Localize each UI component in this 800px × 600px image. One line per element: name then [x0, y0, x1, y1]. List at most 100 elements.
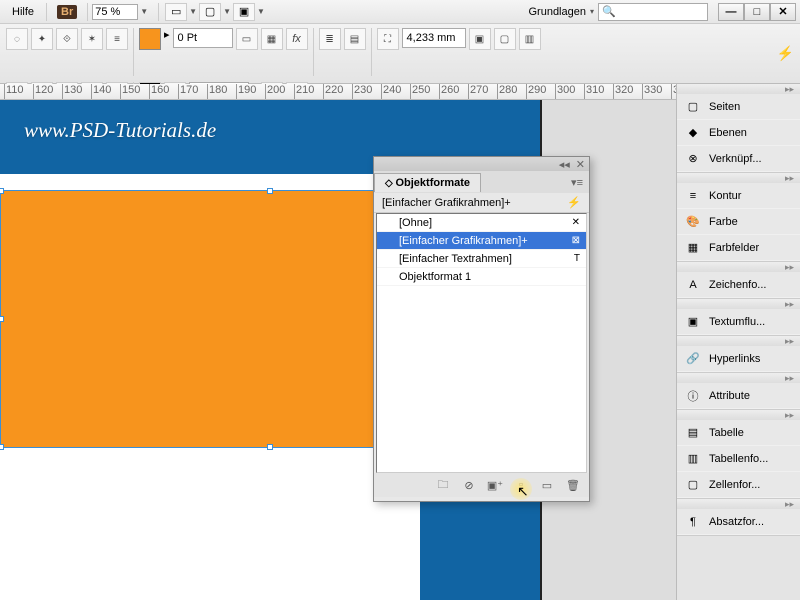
panel-item-farbfelder[interactable]: ▦Farbfelder	[677, 235, 800, 261]
close-icon[interactable]: ✕	[576, 158, 585, 171]
new-icon[interactable]: ▭	[539, 478, 555, 492]
panel-icon: ▢	[685, 100, 701, 114]
align-icon[interactable]: ▤	[344, 28, 366, 50]
panel-collapse[interactable]: ▸▸	[677, 336, 800, 346]
chevron-down-icon[interactable]: ▾	[590, 7, 594, 16]
chevron-down-icon[interactable]: ▼	[257, 7, 265, 16]
chevron-down-icon[interactable]: ▼	[223, 7, 231, 16]
style-row[interactable]: [Ohne]✕	[377, 214, 586, 232]
align-icon[interactable]: ≣	[319, 28, 341, 50]
view-mode-2[interactable]: ▢	[199, 3, 221, 21]
panel-collapse[interactable]: ▸▸	[677, 84, 800, 94]
panel-item-attribute[interactable]: ⓘAttribute	[677, 383, 800, 409]
panel-icon: ▤	[685, 426, 701, 440]
panel-icon: 🎨	[685, 215, 701, 229]
watermark-text: www.PSD-Tutorials.de	[24, 118, 216, 143]
search-icon: 🔍	[602, 5, 616, 18]
panel-titlebar[interactable]: ◂◂ ✕	[374, 157, 589, 171]
style-row[interactable]: [Einfacher Textrahmen]T	[377, 250, 586, 268]
panel-item-tabelle[interactable]: ▤Tabelle	[677, 420, 800, 446]
style-label: [Ohne]	[399, 217, 432, 229]
panel-label: Zeichenfo...	[709, 279, 766, 291]
panel-item-ebenen[interactable]: ◆Ebenen	[677, 120, 800, 146]
resize-handle[interactable]	[267, 444, 273, 450]
style-row[interactable]: Objektformat 1	[377, 268, 586, 286]
tool-icon[interactable]: ⟐	[56, 28, 78, 50]
fx-button[interactable]: fx	[286, 28, 308, 50]
panel-icon: ≡	[685, 189, 701, 203]
search-input[interactable]: 🔍	[598, 3, 708, 21]
panel-item-kontur[interactable]: ≡Kontur	[677, 183, 800, 209]
panel-item-farbe[interactable]: 🎨Farbe	[677, 209, 800, 235]
crop-icon[interactable]: ⛶	[377, 28, 399, 50]
style-row[interactable]: [Einfacher Grafikrahmen]+⊠	[377, 232, 586, 250]
separator	[158, 3, 159, 21]
chevron-down-icon[interactable]: ▸	[164, 28, 170, 76]
tool-icon[interactable]: ▦	[261, 28, 283, 50]
fit-icon[interactable]: ▢	[494, 28, 516, 50]
ruler-tick: 250	[410, 84, 430, 100]
panel-item-hyperlinks[interactable]: 🔗Hyperlinks	[677, 346, 800, 372]
panel-item-textumflu[interactable]: ▣Textumflu...	[677, 309, 800, 335]
panel-item-seiten[interactable]: ▢Seiten	[677, 94, 800, 120]
tool-icon[interactable]: ✶	[81, 28, 103, 50]
style-label: Objektformat 1	[399, 271, 471, 283]
bridge-button[interactable]: Br	[57, 5, 77, 19]
clear-icon[interactable]: ⊘	[461, 478, 477, 492]
zoom-control[interactable]: ▼	[92, 4, 148, 20]
panel-collapse[interactable]: ▸▸	[677, 410, 800, 420]
chevron-down-icon[interactable]: ▼	[189, 7, 197, 16]
fit-icon[interactable]: ▥	[519, 28, 541, 50]
separator	[46, 3, 47, 21]
panel-item-absatzfor[interactable]: ¶Absatzfor...	[677, 509, 800, 535]
new-style-icon[interactable]: ▫	[513, 478, 529, 492]
resize-handle[interactable]	[0, 316, 4, 322]
chevron-down-icon[interactable]: ▼	[140, 7, 148, 16]
panel-collapse[interactable]: ▸▸	[677, 262, 800, 272]
lightning-icon[interactable]: ⚡	[777, 45, 794, 62]
tool-icon[interactable]: ◌	[6, 28, 28, 50]
panel-collapse[interactable]: ▸▸	[677, 499, 800, 509]
ruler-tick: 290	[526, 84, 546, 100]
ruler-tick: 180	[207, 84, 227, 100]
trash-icon[interactable]: 🗑	[565, 478, 581, 492]
tab-objektformate[interactable]: ◇ Objektformate	[374, 173, 481, 192]
tool-icon[interactable]: ▭	[236, 28, 258, 50]
ruler-tick: 130	[62, 84, 82, 100]
panel-collapse[interactable]: ▸▸	[677, 173, 800, 183]
panel-menu-icon[interactable]: ▾≡	[565, 176, 589, 189]
minimize-button[interactable]: —	[718, 3, 744, 21]
size-field[interactable]: 4,233 mm	[402, 28, 466, 48]
style-type-icon: ⊠	[572, 235, 580, 246]
zoom-input[interactable]	[92, 4, 138, 20]
panel-item-tabellenfo[interactable]: ▥Tabellenfo...	[677, 446, 800, 472]
maximize-button[interactable]: □	[744, 3, 770, 21]
panel-item-zeichenfo[interactable]: AZeichenfo...	[677, 272, 800, 298]
object-styles-panel[interactable]: ◂◂ ✕ ◇ Objektformate ▾≡ [Einfacher Grafik…	[373, 156, 590, 502]
new-text-style-icon[interactable]: ▣⁺	[487, 478, 503, 492]
panel-collapse[interactable]: ▸▸	[677, 373, 800, 383]
fill-swatch[interactable]	[139, 28, 161, 50]
fit-icon[interactable]: ▣	[469, 28, 491, 50]
panel-label: Tabellenfo...	[709, 453, 768, 465]
panel-item-zellenfor[interactable]: ▢Zellenfor...	[677, 472, 800, 498]
resize-handle[interactable]	[0, 444, 4, 450]
panel-collapse[interactable]: ▸▸	[677, 299, 800, 309]
ruler-tick: 220	[323, 84, 343, 100]
tool-icon[interactable]: ≡	[106, 28, 128, 50]
workspace-label[interactable]: Grundlagen	[528, 6, 586, 18]
folder-icon[interactable]: 🗀	[435, 478, 451, 492]
panel-item-verknpf[interactable]: ⊗Verknüpf...	[677, 146, 800, 172]
view-mode-3[interactable]: ▣	[233, 3, 255, 21]
menu-help[interactable]: Hilfe	[4, 4, 42, 20]
panel-tabs: ◇ Objektformate ▾≡	[374, 171, 589, 193]
view-mode-1[interactable]: ▭	[165, 3, 187, 21]
lightning-icon[interactable]: ⚡	[567, 196, 581, 209]
close-button[interactable]: ✕	[770, 3, 796, 21]
stroke-weight[interactable]: 0 Pt	[173, 28, 233, 48]
resize-handle[interactable]	[267, 188, 273, 194]
resize-handle[interactable]	[0, 188, 4, 194]
collapse-icon[interactable]: ◂◂	[559, 158, 570, 171]
horizontal-ruler: 1101201301401501601701801902002102202302…	[0, 84, 676, 100]
tool-icon[interactable]: ✦	[31, 28, 53, 50]
